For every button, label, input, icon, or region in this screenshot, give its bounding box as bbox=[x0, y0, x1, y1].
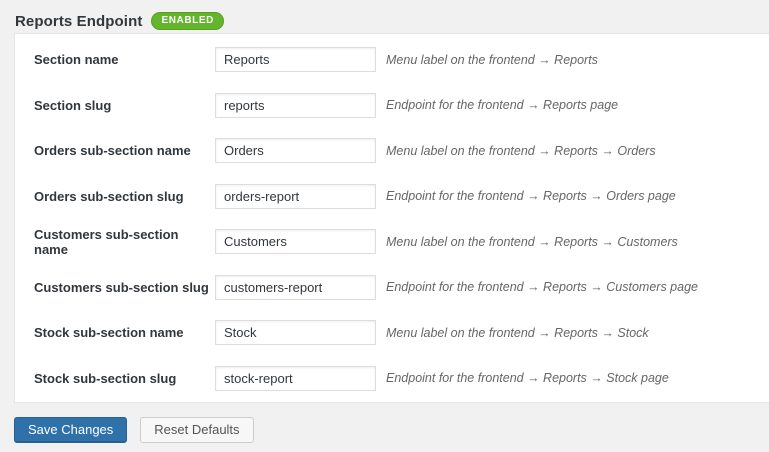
text-input[interactable] bbox=[215, 47, 376, 73]
settings-panel: Section name Menu label on the frontend … bbox=[14, 33, 769, 403]
field-description: Endpoint for the frontend → Reports page bbox=[386, 98, 619, 113]
form-row: Orders sub-section slug Endpoint for the… bbox=[15, 174, 769, 220]
field-description: Menu label on the frontend → Reports → O… bbox=[386, 143, 656, 158]
page-title: Reports Endpoint bbox=[15, 12, 143, 30]
field-label: Stock sub-section name bbox=[34, 325, 184, 341]
form-row: Section slug Endpoint for the frontend →… bbox=[15, 83, 769, 129]
field-description: Menu label on the frontend → Reports → S… bbox=[386, 325, 649, 340]
field-description: Endpoint for the frontend → Reports → Or… bbox=[386, 189, 676, 204]
field-label: Orders sub-section name bbox=[34, 143, 191, 159]
text-input[interactable] bbox=[215, 320, 376, 346]
reset-defaults-button[interactable]: Reset Defaults bbox=[140, 417, 254, 443]
text-input[interactable] bbox=[215, 138, 376, 164]
field-label: Stock sub-section slug bbox=[34, 370, 177, 386]
field-label: Orders sub-section slug bbox=[34, 188, 184, 204]
field-label: Section name bbox=[34, 52, 119, 68]
field-label: Customers sub-section name bbox=[34, 226, 179, 257]
field-description: Endpoint for the frontend → Reports → Cu… bbox=[386, 280, 698, 295]
form-row: Section name Menu label on the frontend … bbox=[15, 37, 769, 83]
text-input[interactable] bbox=[215, 229, 376, 255]
form-row: Customers sub-section slug Endpoint for … bbox=[15, 265, 769, 311]
field-description: Menu label on the frontend → Reports → C… bbox=[386, 234, 678, 249]
text-input[interactable] bbox=[215, 365, 376, 391]
status-badge: ENABLED bbox=[151, 12, 224, 30]
text-input[interactable] bbox=[215, 92, 376, 118]
form-row: Stock sub-section slug Endpoint for the … bbox=[15, 356, 769, 402]
save-button[interactable]: Save Changes bbox=[14, 417, 128, 443]
form-row: Customers sub-section name Menu label on… bbox=[15, 219, 769, 265]
action-bar: Save Changes Reset Defaults bbox=[14, 417, 254, 443]
page-header: Reports Endpoint ENABLED bbox=[0, 0, 769, 33]
field-label: Section slug bbox=[34, 97, 112, 113]
settings-page: Reports Endpoint ENABLED Section name Me… bbox=[0, 0, 769, 452]
field-description: Menu label on the frontend → Reports bbox=[386, 52, 598, 67]
text-input[interactable] bbox=[215, 274, 376, 300]
field-description: Endpoint for the frontend → Reports → St… bbox=[386, 371, 669, 386]
field-label: Customers sub-section slug bbox=[34, 279, 209, 295]
form-row: Orders sub-section name Menu label on th… bbox=[15, 128, 769, 174]
form-row: Stock sub-section name Menu label on the… bbox=[15, 310, 769, 356]
text-input[interactable] bbox=[215, 183, 376, 209]
